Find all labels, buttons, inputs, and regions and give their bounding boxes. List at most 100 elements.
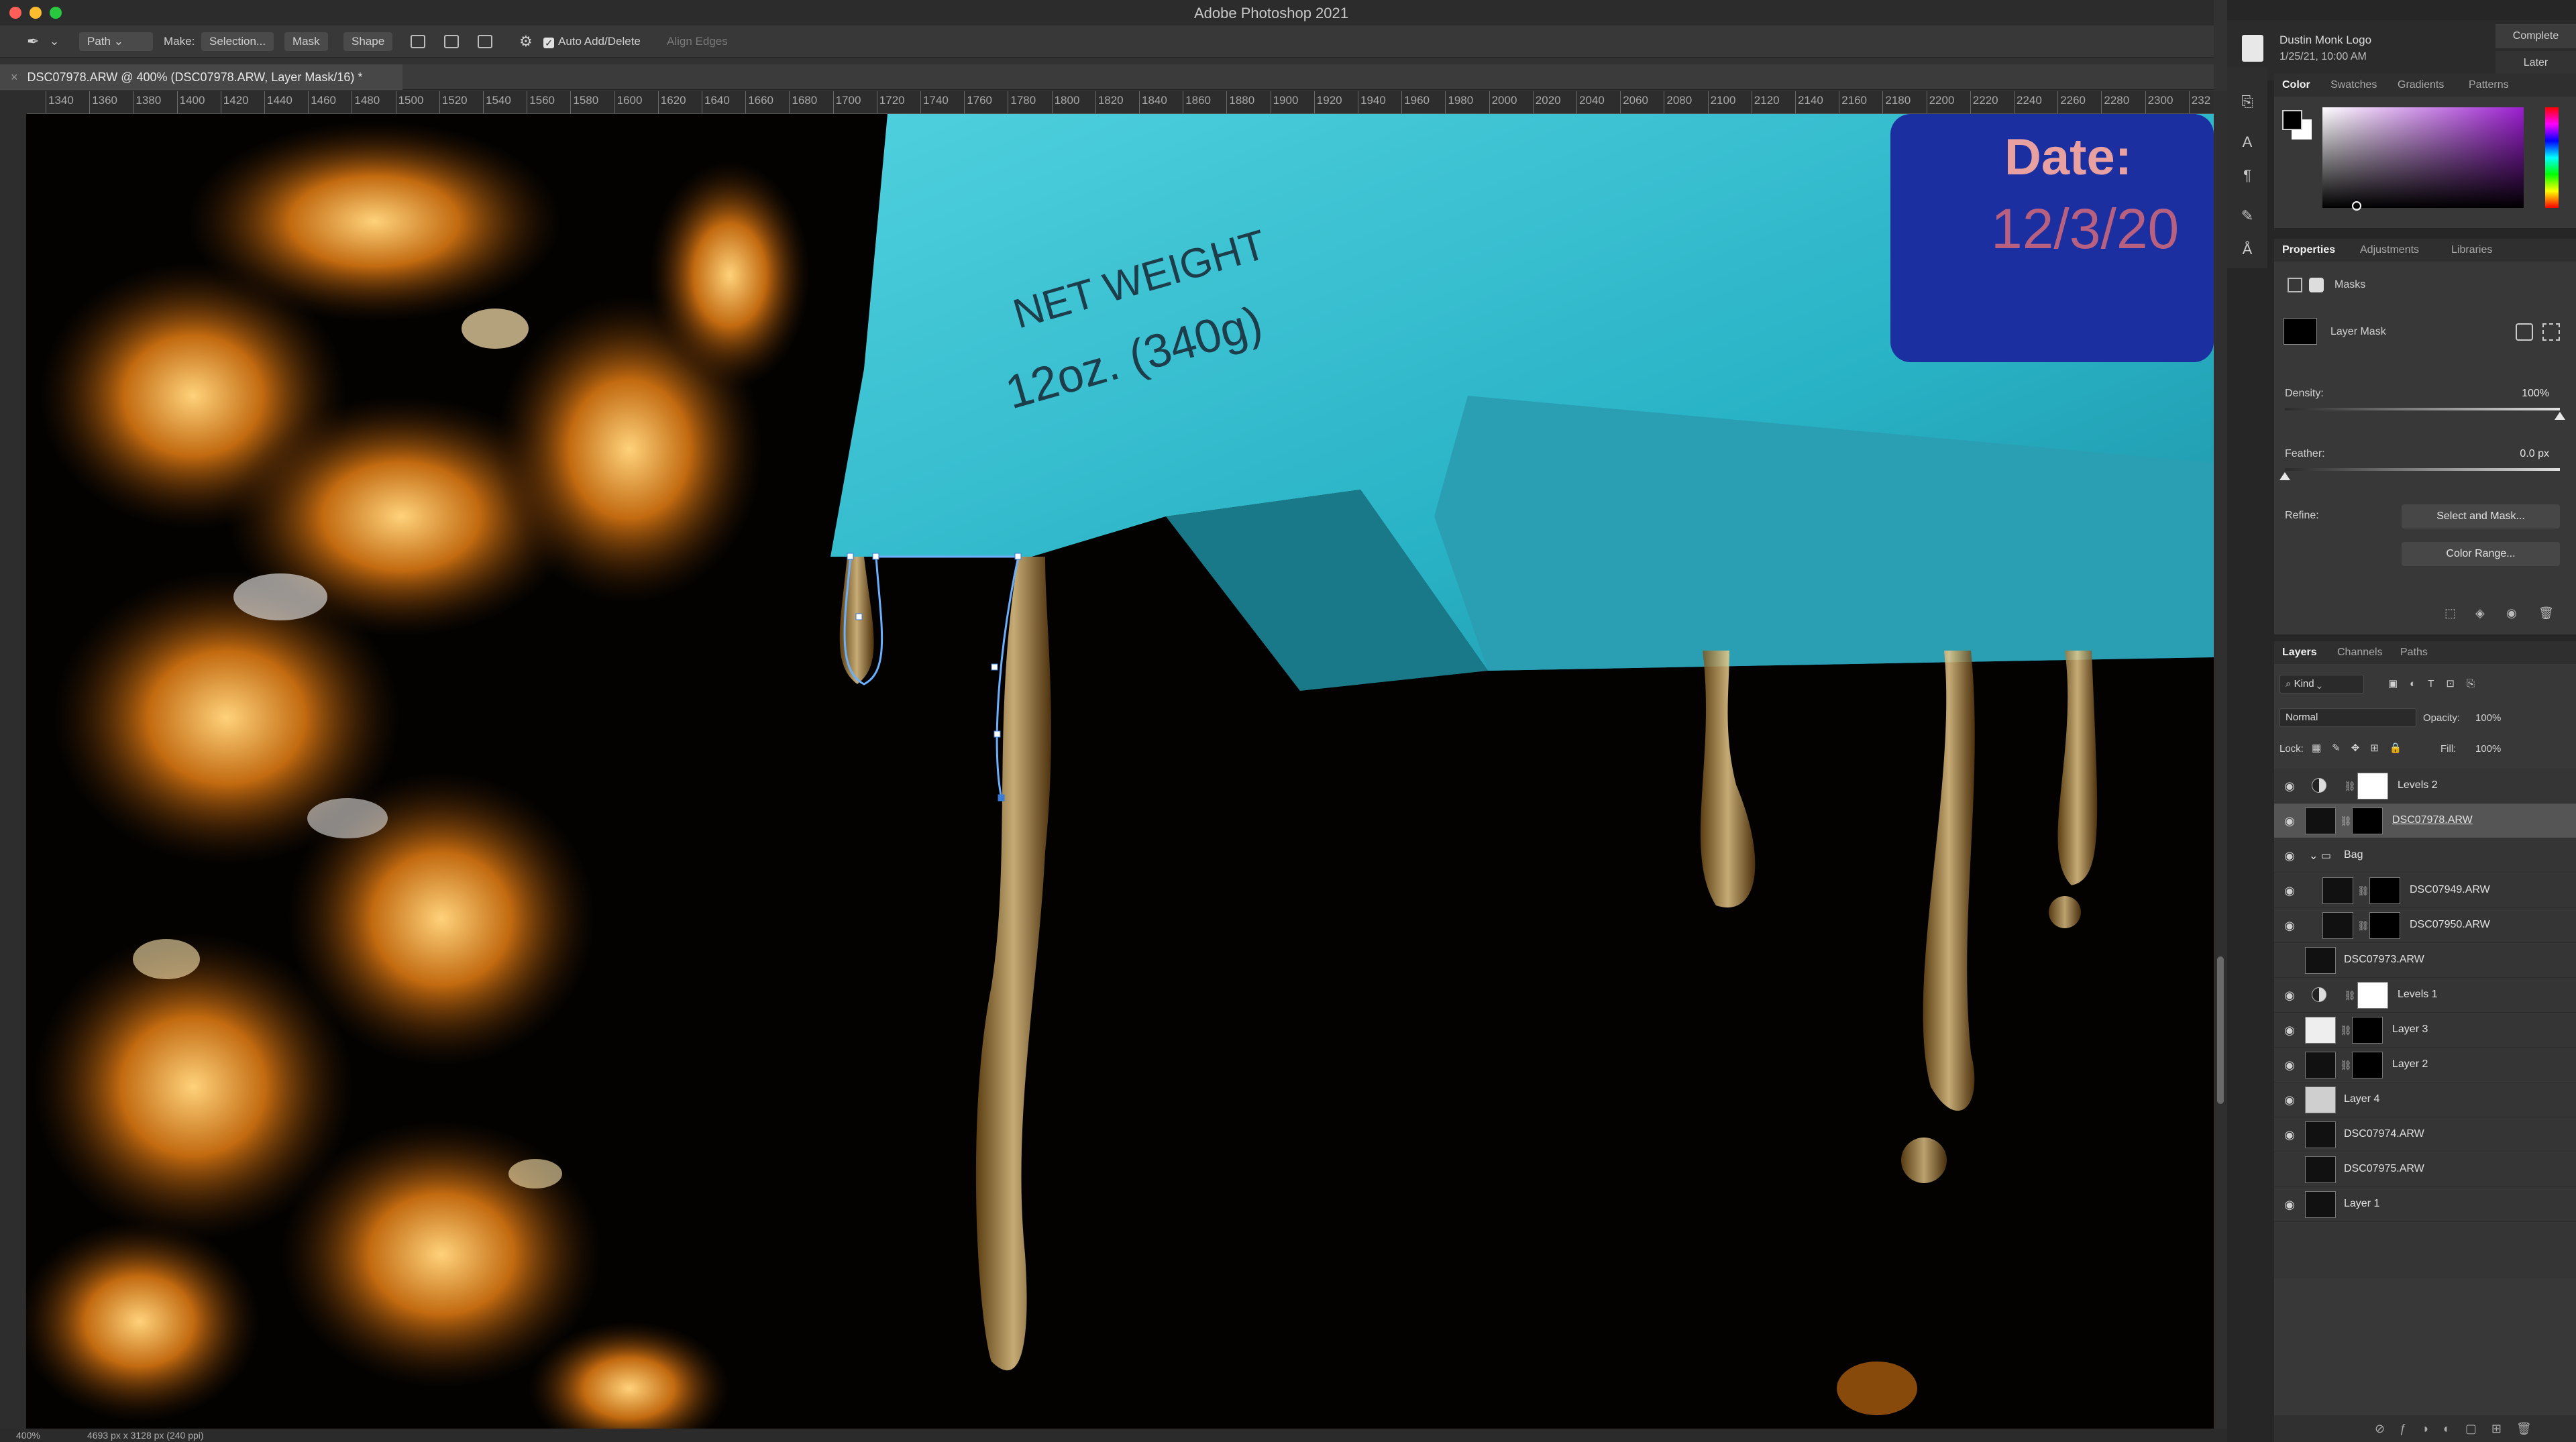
layer-mask-thumbnail[interactable]: [2357, 982, 2388, 1009]
vector-mask-icon[interactable]: [2309, 278, 2324, 292]
character-icon[interactable]: A: [2239, 134, 2255, 150]
tab-properties[interactable]: Properties: [2282, 244, 2335, 256]
layer-kind-filter[interactable]: ⌕ Kind ⌄: [2279, 675, 2364, 694]
eye-icon[interactable]: ◉: [2282, 884, 2297, 897]
glyphs-icon[interactable]: Å: [2239, 241, 2255, 258]
layer-thumbnail[interactable]: [2305, 808, 2336, 834]
hue-slider[interactable]: [2545, 107, 2559, 208]
tab-patterns[interactable]: Patterns: [2469, 79, 2509, 91]
scrollbar-thumb[interactable]: [2217, 956, 2224, 1104]
link-icon[interactable]: ⛓: [2344, 781, 2356, 792]
blend-mode-select[interactable]: Normal: [2279, 708, 2416, 727]
layer-row[interactable]: ◉ DSC07974.ARW: [2274, 1117, 2576, 1152]
eye-icon[interactable]: ◉: [2282, 1198, 2297, 1211]
path-arrangement-icon[interactable]: [478, 35, 492, 48]
tab-paths[interactable]: Paths: [2400, 647, 2428, 659]
eye-icon[interactable]: ◉: [2282, 919, 2297, 932]
tool-mode-select[interactable]: Path ⌄: [79, 32, 153, 51]
shape-button[interactable]: Shape: [343, 32, 393, 51]
layer-row[interactable]: ◉ ⛓ DSC07978.ARW: [2274, 803, 2576, 838]
minimize-window-button[interactable]: [30, 7, 42, 19]
toggle-mask-visibility-icon[interactable]: ◉: [2506, 606, 2517, 620]
layer-filter-icons[interactable]: ▣◐T⊡⎘: [2388, 677, 2487, 689]
layer-mask-thumbnail[interactable]: [2357, 773, 2388, 799]
trash-icon[interactable]: 🗑: [2538, 606, 2554, 620]
gear-icon[interactable]: ⚙: [519, 32, 533, 51]
layer-mask-thumbnail[interactable]: [2352, 808, 2383, 834]
auto-add-delete-checkbox[interactable]: ✓ Auto Add/Delete: [543, 32, 641, 51]
zoom-window-button[interactable]: [50, 7, 62, 19]
eye-icon[interactable]: ◉: [2282, 1128, 2297, 1142]
layer-mask-thumbnail[interactable]: [2352, 1017, 2383, 1044]
layer-row[interactable]: ◉ ⌄ ▭ Bag: [2274, 838, 2576, 873]
layer-mask-thumbnail[interactable]: [2369, 912, 2400, 939]
layer-row[interactable]: ◉ ⛓ DSC07949.ARW: [2274, 873, 2576, 908]
tab-adjustments[interactable]: Adjustments: [2360, 244, 2419, 256]
canvas-vertical-scrollbar[interactable]: [2214, 91, 2227, 1429]
brush-settings-icon[interactable]: ✎: [2239, 208, 2255, 224]
tab-libraries[interactable]: Libraries: [2451, 244, 2492, 256]
eye-icon[interactable]: ◉: [2282, 1023, 2297, 1037]
tab-gradients[interactable]: Gradients: [2398, 79, 2444, 91]
layer-thumbnail[interactable]: [2322, 912, 2353, 939]
close-window-button[interactable]: [9, 7, 21, 19]
eye-icon[interactable]: [2282, 954, 2297, 967]
apply-mask-icon[interactable]: ◈: [2475, 606, 2485, 620]
path-operations-icon[interactable]: [411, 35, 425, 48]
lock-icons[interactable]: ▦✎✥⊞🔒: [2312, 742, 2413, 754]
layer-thumbnail[interactable]: [2305, 1156, 2336, 1183]
layer-thumbnail[interactable]: [2305, 1087, 2336, 1113]
layer-thumbnail[interactable]: [2305, 1191, 2336, 1218]
link-icon[interactable]: ⛓: [2357, 920, 2369, 932]
color-range-button[interactable]: Color Range...: [2402, 542, 2560, 566]
layer-row[interactable]: ◉ ⛓ Levels 1: [2274, 978, 2576, 1013]
layer-row[interactable]: DSC07973.ARW: [2274, 943, 2576, 978]
path-alignment-icon[interactable]: [444, 35, 459, 48]
apply-vector-mask-icon[interactable]: [2542, 323, 2560, 341]
eye-icon[interactable]: ◉: [2282, 814, 2297, 828]
feather-value[interactable]: 0.0 px: [2496, 445, 2549, 463]
document-canvas[interactable]: NET WEIGHT 12oz. (340g) Date: 12/3/20: [25, 114, 2214, 1429]
layer-row[interactable]: ◉ ⛓ Layer 2: [2274, 1048, 2576, 1083]
fill-value[interactable]: 100%: [2475, 743, 2501, 755]
color-picker-field[interactable]: [2322, 107, 2524, 211]
density-value[interactable]: 100%: [2496, 385, 2549, 402]
layer-thumbnail[interactable]: [2305, 1121, 2336, 1148]
layer-row[interactable]: DSC07975.ARW: [2274, 1152, 2576, 1187]
vertical-ruler[interactable]: [0, 114, 25, 1429]
paragraph-icon[interactable]: ¶: [2239, 168, 2255, 184]
eye-icon[interactable]: ◉: [2282, 989, 2297, 1002]
layer-thumbnail[interactable]: [2322, 877, 2353, 904]
complete-button[interactable]: Complete: [2496, 24, 2576, 48]
link-icon[interactable]: ⛓: [2344, 990, 2356, 1001]
feather-slider[interactable]: [2279, 468, 2560, 480]
layer-row[interactable]: ◉ ⛓ Layer 3: [2274, 1013, 2576, 1048]
opacity-value[interactable]: 100%: [2475, 712, 2501, 724]
tab-swatches[interactable]: Swatches: [2330, 79, 2377, 91]
eye-icon[interactable]: ◉: [2282, 779, 2297, 793]
tool-preset-chevron-icon[interactable]: ⌄: [50, 32, 59, 51]
document-tab[interactable]: × DSC07978.ARW @ 400% (DSC07978.ARW, Laye…: [0, 64, 402, 90]
link-icon[interactable]: ⛓: [2340, 1025, 2352, 1036]
close-tab-icon[interactable]: ×: [11, 70, 18, 84]
select-mask-icon[interactable]: [2516, 323, 2533, 341]
later-button[interactable]: Later: [2496, 51, 2576, 75]
layer-thumbnail[interactable]: [2305, 947, 2336, 974]
mask-button[interactable]: Mask: [284, 32, 328, 51]
folder-icon[interactable]: ⌄ ▭: [2309, 849, 2331, 863]
layer-row[interactable]: ◉ Layer 4: [2274, 1083, 2576, 1117]
density-slider[interactable]: [2285, 408, 2565, 420]
tab-layers[interactable]: Layers: [2282, 647, 2317, 659]
layer-row[interactable]: ◉ Layer 1: [2274, 1187, 2576, 1222]
layer-thumbnail[interactable]: [2305, 1017, 2336, 1044]
layer-row[interactable]: ◉ ⛓ Levels 2: [2274, 769, 2576, 803]
link-icon[interactable]: ⛓: [2340, 816, 2352, 827]
zoom-level[interactable]: 400%: [16, 1430, 40, 1441]
layer-row[interactable]: ◉ ⛓ DSC07950.ARW: [2274, 908, 2576, 943]
picker-cursor[interactable]: [2352, 201, 2361, 211]
density-slider-knob[interactable]: [2555, 412, 2565, 420]
tab-channels[interactable]: Channels: [2337, 647, 2383, 659]
layer-mask-thumbnail[interactable]: [2369, 877, 2400, 904]
pixel-mask-icon[interactable]: [2288, 278, 2302, 292]
eye-icon[interactable]: ◉: [2282, 1058, 2297, 1072]
